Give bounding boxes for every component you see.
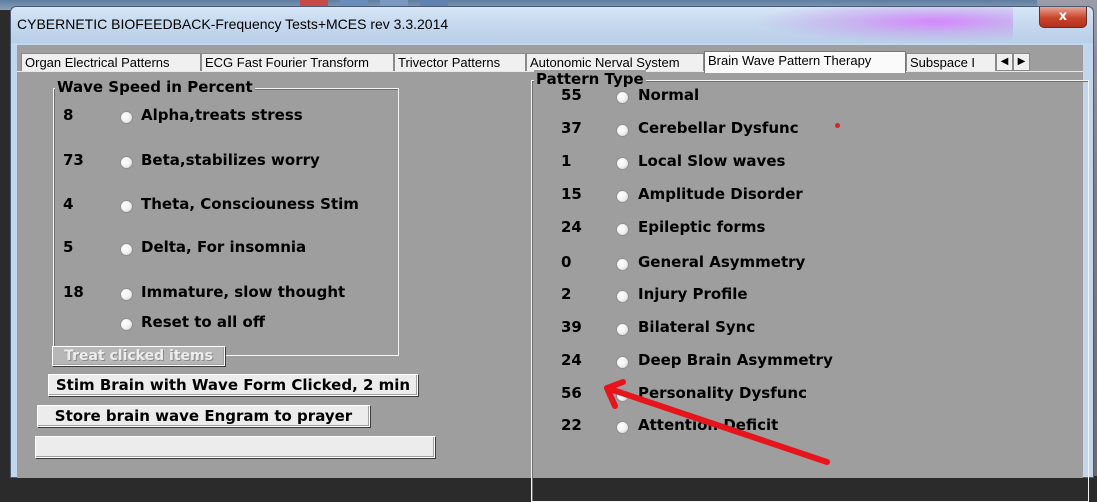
wave-label-reset[interactable]: Reset to all off xyxy=(141,313,265,331)
tab-scroll-left-button[interactable]: ◀ xyxy=(996,53,1013,71)
tab-trivector-patterns[interactable]: Trivector Patterns xyxy=(394,53,526,71)
radio-reset[interactable] xyxy=(120,318,133,331)
wave-speed-value: 8 xyxy=(63,106,74,124)
app-window: CYBERNETIC BIOFEEDBACK-Frequency Tests+M… xyxy=(10,6,1094,502)
radio-immature[interactable] xyxy=(120,288,133,301)
radio-pattern-bilateral-sync[interactable] xyxy=(616,323,629,336)
annotation-dot xyxy=(835,123,840,128)
pattern-type-group-title: Pattern Type xyxy=(534,70,646,88)
client-area: Organ Electrical Patterns ECG Fast Fouri… xyxy=(17,45,1089,502)
radio-pattern-injury-profile[interactable] xyxy=(616,290,629,303)
tab-organ-electrical-patterns[interactable]: Organ Electrical Patterns xyxy=(21,53,201,71)
radio-alpha[interactable] xyxy=(120,111,133,124)
wave-label-theta[interactable]: Theta, Consciouness Stim xyxy=(141,195,359,213)
window-title: CYBERNETIC BIOFEEDBACK-Frequency Tests+M… xyxy=(17,16,449,32)
wave-speed-value: 4 xyxy=(63,195,74,213)
title-bar[interactable]: CYBERNETIC BIOFEEDBACK-Frequency Tests+M… xyxy=(11,7,1093,43)
wave-speed-value: 18 xyxy=(63,283,84,301)
store-engram-button[interactable]: Store brain wave Engram to prayer xyxy=(37,405,370,427)
stim-brain-button[interactable]: Stim Brain with Wave Form Clicked, 2 min xyxy=(48,374,418,396)
radio-beta[interactable] xyxy=(120,156,133,169)
radio-pattern-epileptic-forms[interactable] xyxy=(616,223,629,236)
pattern-label[interactable]: General Asymmetry xyxy=(638,253,805,271)
wave-speed-value: 5 xyxy=(63,238,74,256)
radio-pattern-general-asymmetry[interactable] xyxy=(616,258,629,271)
pattern-label[interactable]: Deep Brain Asymmetry xyxy=(638,351,833,369)
tab-ecg-fft[interactable]: ECG Fast Fourier Transform xyxy=(201,53,394,71)
pattern-value: 24 xyxy=(561,218,582,236)
pattern-value: 2 xyxy=(561,285,572,303)
pattern-label[interactable]: Normal xyxy=(638,86,699,104)
pattern-label[interactable]: Injury Profile xyxy=(638,285,748,303)
pattern-value: 15 xyxy=(561,185,582,203)
pattern-value: 24 xyxy=(561,351,582,369)
wave-speed-group-title: Wave Speed in Percent xyxy=(55,78,255,96)
radio-pattern-amplitude-disorder[interactable] xyxy=(616,190,629,203)
pattern-label[interactable]: Bilateral Sync xyxy=(638,318,755,336)
close-button[interactable]: x xyxy=(1039,7,1087,28)
radio-pattern-normal[interactable] xyxy=(616,91,629,104)
wave-label-beta[interactable]: Beta,stabilizes worry xyxy=(141,151,320,169)
pattern-value: 39 xyxy=(561,318,582,336)
wave-label-delta[interactable]: Delta, For insomnia xyxy=(141,238,306,256)
pattern-value: 37 xyxy=(561,119,582,137)
tab-strip: Organ Electrical Patterns ECG Fast Fouri… xyxy=(17,51,1083,73)
wave-label-immature[interactable]: Immature, slow thought xyxy=(141,283,345,301)
partial-button[interactable] xyxy=(35,436,435,458)
treat-clicked-items-button[interactable]: Treat clicked items xyxy=(52,346,225,366)
wave-label-alpha[interactable]: Alpha,treats stress xyxy=(141,106,303,124)
radio-pattern-cerebellar-dysfunc[interactable] xyxy=(616,124,629,137)
radio-delta[interactable] xyxy=(120,243,133,256)
radio-pattern-deep-brain-asymmetry[interactable] xyxy=(616,356,629,369)
radio-theta[interactable] xyxy=(120,200,133,213)
pattern-value: 1 xyxy=(561,152,572,170)
tab-subspace[interactable]: Subspace I xyxy=(906,53,996,71)
brain-wave-panel: Wave Speed in Percent 8 Alpha,treats str… xyxy=(17,70,1089,502)
tab-brain-wave-pattern-therapy[interactable]: Brain Wave Pattern Therapy xyxy=(704,51,906,73)
radio-pattern-local-slow-waves[interactable] xyxy=(616,157,629,170)
wave-speed-value: 73 xyxy=(63,151,84,169)
pattern-value: 0 xyxy=(561,253,572,271)
pattern-label[interactable]: Local Slow waves xyxy=(638,152,785,170)
pattern-label[interactable]: Cerebellar Dysfunc xyxy=(638,119,799,137)
tab-autonomic-nerval-system[interactable]: Autonomic Nerval System xyxy=(526,53,704,71)
pattern-label[interactable]: Epileptic forms xyxy=(638,218,765,236)
tab-scroll-right-button[interactable]: ▶ xyxy=(1013,53,1030,71)
pattern-value: 55 xyxy=(561,86,582,104)
pattern-label[interactable]: Amplitude Disorder xyxy=(638,185,803,203)
annotation-arrow xyxy=(604,379,830,465)
